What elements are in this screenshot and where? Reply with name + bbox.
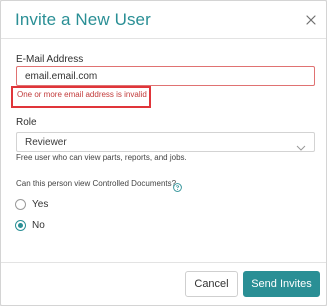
email-error-message: One or more email address is invalid <box>17 90 147 99</box>
dialog-header: Invite a New User <box>1 1 326 39</box>
role-description: Free user who can view parts, reports, a… <box>16 153 187 162</box>
chevron-down-icon <box>296 139 306 157</box>
role-label: Role <box>16 117 37 128</box>
radio-no-label: No <box>32 220 45 231</box>
role-select[interactable]: Reviewer <box>16 132 315 152</box>
invite-user-dialog: Invite a New User E-Mail Address One or … <box>0 0 327 306</box>
close-button[interactable] <box>303 12 319 28</box>
radio-yes-label: Yes <box>32 199 49 210</box>
email-field[interactable] <box>16 66 315 86</box>
dialog-title: Invite a New User <box>15 10 151 29</box>
help-circle-icon[interactable] <box>173 179 182 192</box>
send-invites-button[interactable]: Send Invites <box>243 271 320 297</box>
role-selected-value: Reviewer <box>25 137 67 148</box>
controlled-documents-question: Can this person view Controlled Document… <box>16 179 177 188</box>
radio-no[interactable] <box>15 220 26 231</box>
cancel-button[interactable]: Cancel <box>185 271 238 297</box>
close-icon <box>303 12 319 28</box>
email-label: E-Mail Address <box>16 54 84 65</box>
radio-yes[interactable] <box>15 199 26 210</box>
